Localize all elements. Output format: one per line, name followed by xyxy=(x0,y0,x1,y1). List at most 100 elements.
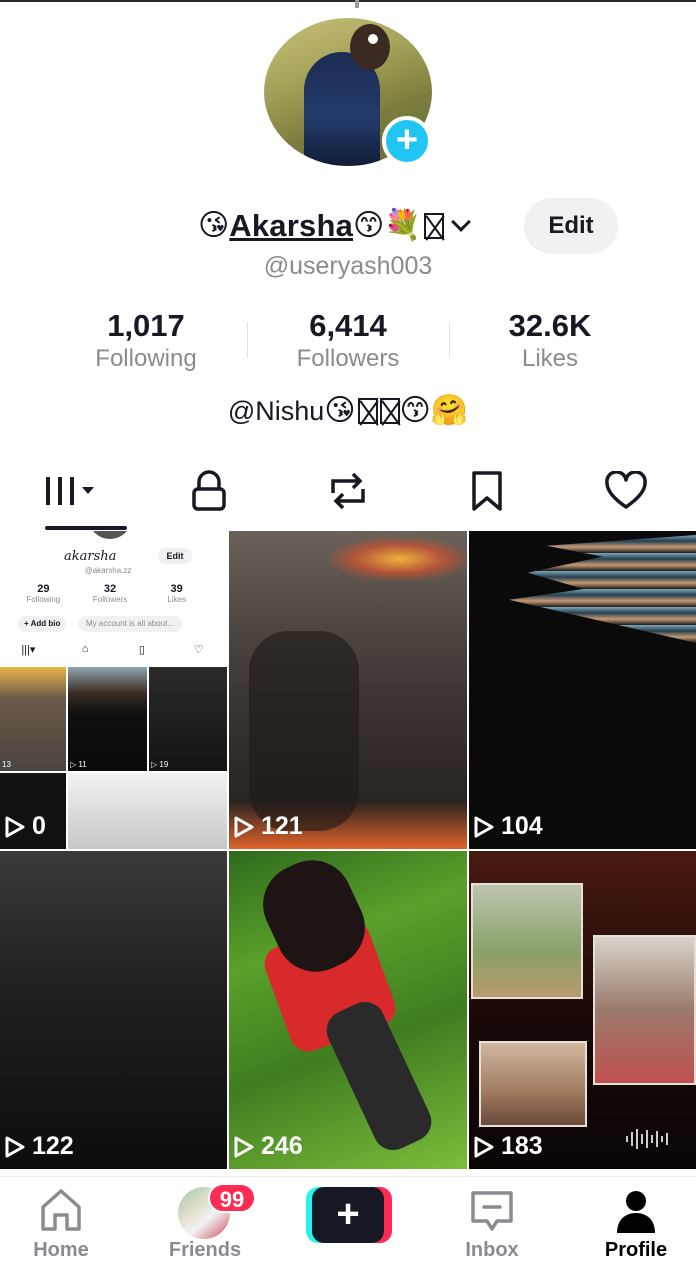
tab-reposts[interactable] xyxy=(278,452,417,530)
thumb-blur-figure xyxy=(249,631,359,831)
profile-name-row[interactable]: 😘 Akarsha 😙 💐 xyxy=(198,204,471,248)
profile-stats: 1,017 Following 6,414 Followers 32.6K Li… xyxy=(45,308,651,378)
video-view-count: 246 xyxy=(233,1132,303,1161)
mini-heart-icon: ♡ xyxy=(193,644,204,656)
stat-followers[interactable]: 6,414 Followers xyxy=(247,308,449,378)
mini-thumb: 13 xyxy=(0,667,66,771)
nav-profile[interactable]: Profile xyxy=(594,1177,678,1272)
mini-profile-name: akarsha xyxy=(64,549,117,564)
video-thumbnail[interactable]: 121 xyxy=(229,531,467,849)
play-icon xyxy=(234,1136,254,1157)
video-views-value: 246 xyxy=(261,1132,303,1160)
collage-photo xyxy=(593,935,696,1085)
thumb-glow xyxy=(329,537,467,581)
mini-thumb-views: ▷ 11 xyxy=(70,760,87,769)
video-views-value: 121 xyxy=(261,812,303,840)
mini-stat-value: 32 xyxy=(103,583,117,595)
video-view-count: 122 xyxy=(4,1132,74,1161)
tab-liked[interactable] xyxy=(557,452,696,530)
play-icon xyxy=(5,1136,25,1157)
create-post-button[interactable]: + xyxy=(306,1187,392,1243)
mini-thumb: ▷ 11 xyxy=(68,667,147,771)
hugging-emoji-icon: 🤗 xyxy=(430,393,469,428)
mini-stat-value: 39 xyxy=(170,583,183,595)
nav-inbox[interactable]: Inbox xyxy=(452,1177,532,1272)
inbox-icon xyxy=(471,1191,513,1231)
lock-icon xyxy=(192,470,226,511)
video-thumbnail[interactable]: 104 xyxy=(469,531,696,849)
video-thumbnail[interactable]: akarsha Edit @akarsha.zz 29 Following 32… xyxy=(0,531,227,849)
tab-favorites[interactable] xyxy=(418,452,557,530)
profile-icon xyxy=(617,1191,655,1233)
stat-following-label: Following xyxy=(95,345,197,372)
mini-profile-header: akarsha Edit @akarsha.zz 29 Following 32… xyxy=(0,531,227,667)
nav-friends-label: Friends xyxy=(168,1239,242,1261)
play-icon xyxy=(5,816,25,837)
mini-stat: 32 Followers xyxy=(77,583,144,604)
mini-stat-label: Followers xyxy=(92,595,128,604)
stat-likes[interactable]: 32.6K Likes xyxy=(449,308,651,378)
avatar-dot xyxy=(368,34,378,44)
plus-icon: + xyxy=(312,1187,384,1243)
unknown-glyph-icon xyxy=(423,213,444,239)
thumb-figure-legs xyxy=(320,995,438,1157)
kissing-emoji-icon: 😙 xyxy=(399,393,431,428)
stat-likes-value: 32.6K xyxy=(508,308,592,343)
stat-following-value: 1,017 xyxy=(107,308,185,343)
bookmark-icon xyxy=(472,471,502,511)
edit-profile-button[interactable]: Edit xyxy=(524,198,618,254)
stat-following[interactable]: 1,017 Following xyxy=(45,308,247,378)
nav-inbox-label: Inbox xyxy=(465,1239,519,1261)
mini-stat-label: Following xyxy=(26,595,61,604)
chevron-down-icon[interactable] xyxy=(450,212,471,232)
profile-bio[interactable]: @Nishu 😘 😙 🤗 xyxy=(0,394,696,428)
video-thumbnail[interactable]: 122 xyxy=(0,851,227,1169)
stat-likes-label: Likes xyxy=(521,345,579,372)
grid-menu-icon xyxy=(45,477,94,505)
unknown-glyph-icon xyxy=(357,398,378,424)
active-tab-indicator xyxy=(45,526,127,530)
bottom-nav: Home Friends 99 + Inbox Profile xyxy=(0,1176,696,1272)
stat-followers-value: 6,414 xyxy=(309,308,387,343)
nav-home[interactable]: Home xyxy=(20,1177,102,1272)
unknown-glyph-icon xyxy=(379,398,400,424)
video-view-count: 0 xyxy=(4,812,46,841)
play-icon xyxy=(234,816,254,837)
profile-tabs xyxy=(0,452,696,530)
mini-grid-icon: |||▾ xyxy=(21,644,36,656)
home-icon xyxy=(41,1189,81,1231)
mini-bookmark-icon: ▯ xyxy=(138,644,145,656)
video-view-count: 104 xyxy=(473,812,543,841)
profile-username: @useryash003 xyxy=(263,252,433,280)
video-grid: akarsha Edit @akarsha.zz 29 Following 32… xyxy=(0,531,696,1173)
top-notch xyxy=(355,0,359,8)
mini-username: @akarsha.zz xyxy=(84,566,132,575)
mini-thumb-empty xyxy=(68,773,227,849)
mini-stat-label: Likes xyxy=(167,595,187,604)
mini-thumb-views: ▷ 19 xyxy=(151,760,169,769)
stat-divider xyxy=(449,322,450,358)
avatar-head-shape xyxy=(350,24,390,70)
stat-followers-label: Followers xyxy=(296,345,400,372)
mini-stats: 29 Following 32 Followers 39 Likes xyxy=(10,583,210,604)
kiss-emoji-icon: 😘 xyxy=(198,208,230,243)
mini-avatar xyxy=(88,531,132,539)
video-thumbnail[interactable]: 183 xyxy=(469,851,696,1169)
add-avatar-plus-icon[interactable]: + xyxy=(382,116,432,166)
kiss-emoji-icon: 😘 xyxy=(324,393,356,428)
nav-home-label: Home xyxy=(33,1239,89,1261)
tab-private[interactable] xyxy=(139,452,278,530)
collage-photo xyxy=(471,883,583,999)
mini-thumb: ▷ 19 xyxy=(149,667,227,771)
tab-videos[interactable] xyxy=(0,452,139,530)
repost-icon xyxy=(331,472,365,510)
top-border xyxy=(0,0,696,2)
video-view-count: 183 xyxy=(473,1132,543,1161)
stat-divider xyxy=(247,322,248,358)
profile-avatar-wrap[interactable]: + xyxy=(264,18,434,166)
mini-stat: 29 Following xyxy=(10,583,77,604)
thumb-streaks xyxy=(509,535,696,643)
mini-stat: 39 Likes xyxy=(143,583,210,604)
mini-add-bio: + Add bio xyxy=(18,616,67,632)
video-thumbnail[interactable]: 246 xyxy=(229,851,467,1169)
